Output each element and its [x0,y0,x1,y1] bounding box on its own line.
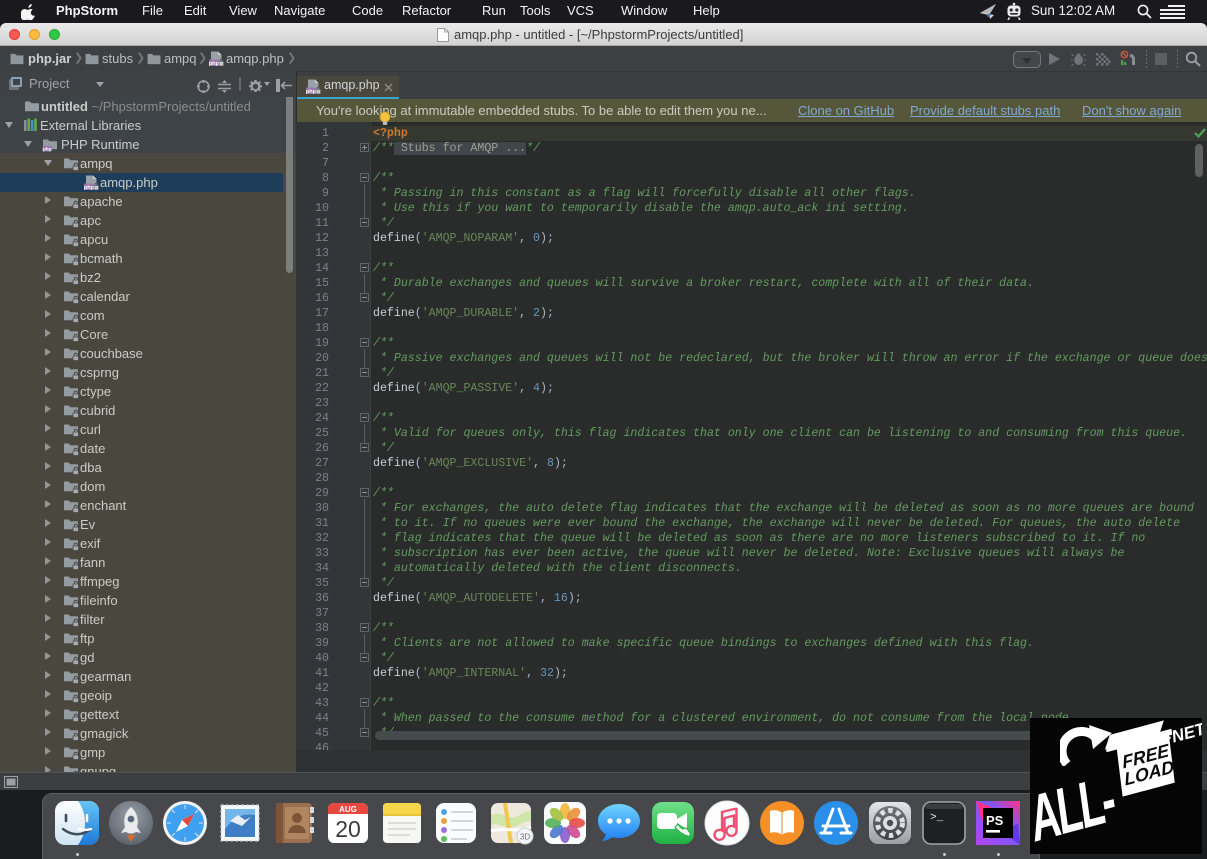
svg-text:PS: PS [986,813,1004,828]
svg-text:php: php [306,89,317,95]
svg-text:>_: >_ [930,812,944,824]
svg-text:3D: 3D [519,833,529,842]
svg-text:AUG: AUG [339,805,357,814]
svg-text:php: php [84,185,95,191]
svg-text:php: php [43,147,52,152]
svg-text:20: 20 [335,816,361,842]
svg-text:php: php [209,61,220,67]
